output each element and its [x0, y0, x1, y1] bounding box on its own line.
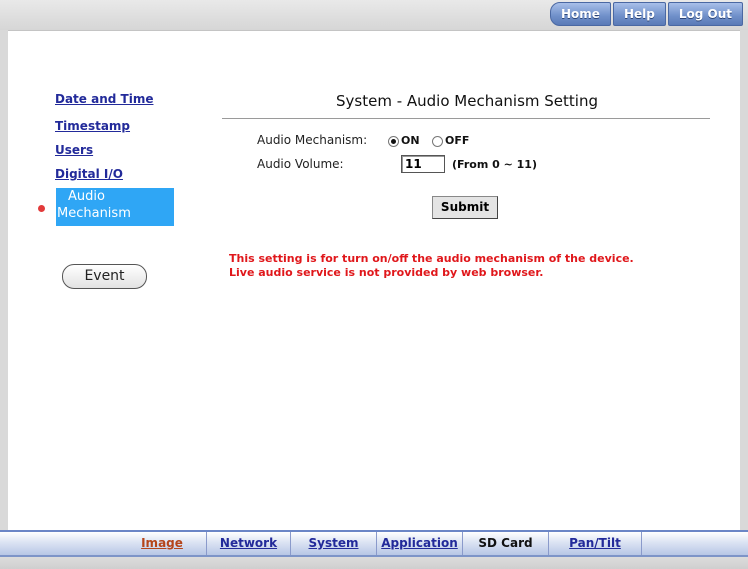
left-frame-border — [0, 30, 8, 530]
audio-volume-input[interactable] — [401, 155, 445, 173]
audio-volume-label: Audio Volume: — [257, 157, 344, 171]
warning-text-line1: This setting is for turn on/off the audi… — [229, 252, 634, 265]
logout-button[interactable]: Log Out — [667, 2, 743, 26]
radio-off-label[interactable]: OFF — [445, 134, 469, 147]
menu-item-timestamp[interactable]: Timestamp — [55, 119, 130, 133]
menu-item-date-time[interactable]: Date and Time — [55, 92, 153, 106]
top-navigation: Home Help Log Out — [550, 2, 743, 26]
tab-system[interactable]: System — [290, 532, 376, 555]
tab-network[interactable]: Network — [206, 532, 290, 555]
active-bullet-icon — [38, 205, 45, 212]
tab-application[interactable]: Application — [376, 532, 462, 555]
radio-off[interactable] — [432, 136, 443, 147]
volume-range-hint: (From 0 ~ 11) — [452, 158, 537, 171]
menu-item-audio-mechanism[interactable]: Audio Mechanism — [56, 188, 174, 226]
menu-item-digital-io[interactable]: Digital I/O — [55, 167, 123, 181]
help-button[interactable]: Help — [612, 2, 666, 26]
tab-sd-card[interactable]: SD Card — [462, 532, 548, 555]
radio-on-label[interactable]: ON — [401, 134, 420, 147]
home-button[interactable]: Home — [550, 2, 611, 26]
tab-image[interactable]: Image — [118, 532, 206, 555]
title-divider — [222, 118, 710, 119]
menu-item-users[interactable]: Users — [55, 143, 93, 157]
right-frame-border — [740, 30, 748, 530]
warning-text-line2: Live audio service is not provided by we… — [229, 266, 544, 279]
tab-pan-tilt[interactable]: Pan/Tilt — [548, 532, 642, 555]
event-button[interactable]: Event — [62, 264, 147, 289]
menu-item-audio-line1: Audio — [68, 189, 105, 204]
page-title: System - Audio Mechanism Setting — [336, 92, 598, 110]
bottom-tab-bar: Image Network System Application SD Card… — [0, 530, 748, 557]
radio-on[interactable] — [388, 136, 399, 147]
submit-button[interactable]: Submit — [432, 196, 498, 219]
audio-mechanism-label: Audio Mechanism: — [257, 133, 368, 147]
menu-item-audio-line2: Mechanism — [57, 206, 131, 221]
